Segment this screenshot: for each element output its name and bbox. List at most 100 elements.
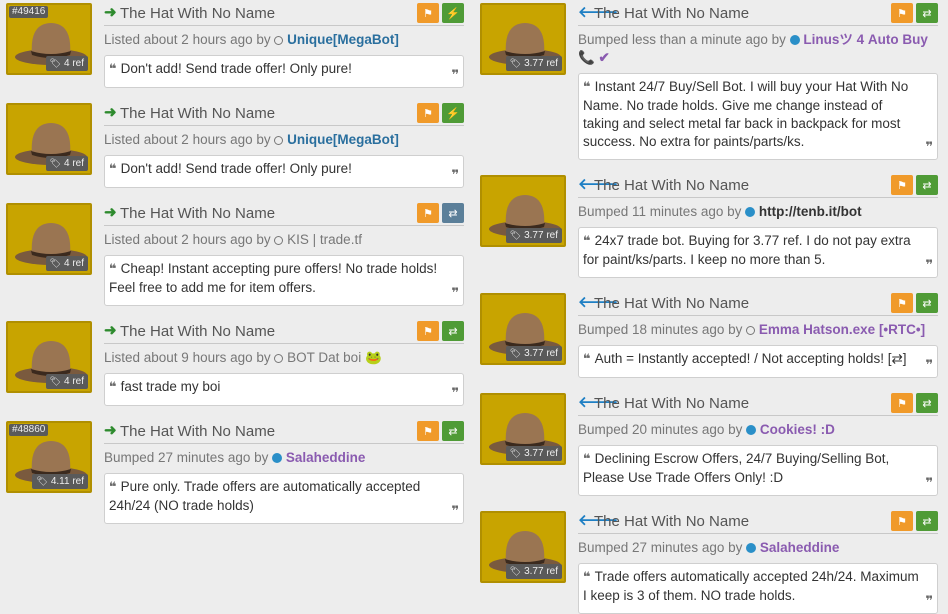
listing-title[interactable]: The Hat With No Name [594,177,749,195]
buyer-name-link[interactable]: Emma Hatson.exe [•RTC•] [759,322,925,337]
price-tag: 🏷 3.77 ref [505,56,562,71]
tag-icon: 🏷 [36,476,48,486]
listing-body: 🡐 The Hat With No Name ⚑ ⇄ Bumped 11 min… [578,175,938,278]
seller-name-link[interactable]: KIS | trade.tf [287,232,362,247]
comment-text: Declining Escrow Offers, 24/7 Buying/Sel… [583,451,890,485]
tag-icon: 🏷 [49,258,61,268]
item-thumbnail[interactable]: #49416 🏷 4 ref [6,3,92,75]
listing-actions: ⚑ ⚡ [417,103,464,123]
listing-title[interactable]: The Hat With No Name [120,105,275,123]
offline-status-icon [274,354,284,363]
listing-time: Bumped 20 minutes ago by [578,422,743,437]
item-thumbnail[interactable]: 🏷 3.77 ref [480,511,566,583]
offline-status-icon [274,236,284,245]
instant-trade-button[interactable]: ⚡ [442,103,464,123]
listing-title-row: 🡐 The Hat With No Name ⚑ ⇄ [578,3,938,26]
listing-title[interactable]: The Hat With No Name [594,295,749,313]
item-thumbnail[interactable]: 🏷 4 ref [6,203,92,275]
listing-body: ➜ The Hat With No Name ⚑ ⇄ Bumped 27 min… [104,421,464,524]
listing-title-row: 🡐 The Hat With No Name ⚑ ⇄ [578,175,938,198]
send-offer-button[interactable]: ⇄ [916,3,938,23]
listing-title-row: ➜ The Hat With No Name ⚑ ⇄ [104,321,464,344]
offline-status-icon [746,326,756,335]
listing-actions: ⚑ ⇄ [891,393,938,413]
lightning-icon: ⚡ [446,7,460,20]
online-status-icon [746,425,757,435]
listing-time: Bumped 27 minutes ago by [104,450,269,465]
report-flag-button[interactable]: ⚑ [417,103,439,123]
offline-status-icon [274,36,284,45]
listing-title-row: ➜ The Hat With No Name ⚑ ⚡ [104,103,464,126]
arrow-right-icon: ➜ [104,322,117,339]
report-flag-button[interactable]: ⚑ [891,393,913,413]
listing-title[interactable]: The Hat With No Name [594,395,749,413]
report-flag-button[interactable]: ⚑ [891,175,913,195]
listing-actions: ⚑ ⇄ [891,175,938,195]
exchange-icon: ⇄ [922,397,932,410]
instant-trade-button[interactable]: ⚡ [442,3,464,23]
send-offer-button[interactable]: ⇄ [916,393,938,413]
report-flag-button[interactable]: ⚑ [891,3,913,23]
seller-name-link[interactable]: Salaheddine [286,450,366,465]
price-value: 3.77 ref [524,566,558,577]
send-offer-button[interactable]: ⇄ [916,175,938,195]
item-thumbnail[interactable]: 🏷 4 ref [6,321,92,393]
listing-title[interactable]: The Hat With No Name [120,423,275,441]
listing-time: Bumped 27 minutes ago by [578,540,743,555]
item-thumbnail[interactable]: 🏷 3.77 ref [480,3,566,75]
item-thumbnail[interactable]: 🏷 4 ref [6,103,92,175]
listing-actions: ⚑ ⇄ [417,203,464,223]
send-offer-button[interactable]: ⇄ [442,421,464,441]
item-thumbnail[interactable]: 🏷 3.77 ref [480,175,566,247]
exchange-icon: ⇄ [922,7,932,20]
listing-comment: ❝ Trade offers automatically accepted 24h… [578,563,938,614]
report-flag-button[interactable]: ⚑ [417,321,439,341]
item-thumbnail[interactable]: #48860 🏷 4.11 ref [6,421,92,493]
listing-body: ➜ The Hat With No Name ⚑ ⇄ Listed about … [104,203,464,306]
listing-actions: ⚑ ⇄ [891,293,938,313]
report-flag-button[interactable]: ⚑ [417,3,439,23]
seller-name-link[interactable]: Unique[MegaBot] [287,32,399,47]
arrow-right-icon: ➜ [104,204,117,221]
listing-actions: ⚑ ⇄ [891,511,938,531]
listing-title[interactable]: The Hat With No Name [594,513,749,531]
report-flag-button[interactable]: ⚑ [891,511,913,531]
send-offer-button[interactable]: ⇄ [916,293,938,313]
listing-title[interactable]: The Hat With No Name [594,5,749,23]
seller-name-link[interactable]: BOT Dat boi 🐸 [287,350,382,365]
listing-title[interactable]: The Hat With No Name [120,5,275,23]
flag-icon: ⚑ [897,179,907,192]
quote-close-icon: ❞ [451,168,459,183]
listing-body: 🡐 The Hat With No Name ⚑ ⇄ Bumped 20 min… [578,393,938,496]
send-offer-button[interactable]: ⇄ [442,203,464,223]
quote-open-icon: ❝ [109,162,117,177]
price-tag: 🏷 3.77 ref [505,346,562,361]
exchange-icon: ⇄ [922,297,932,310]
listing-comment: ❝ Auth = Instantly accepted! / Not accept… [578,345,938,378]
report-flag-button[interactable]: ⚑ [891,293,913,313]
price-value: 3.77 ref [524,348,558,359]
quote-open-icon: ❝ [109,262,117,277]
comment-text: 24x7 trade bot. Buying for 3.77 ref. I d… [583,233,911,267]
listing-title[interactable]: The Hat With No Name [120,205,275,223]
listing-title[interactable]: The Hat With No Name [120,323,275,341]
price-tag: 🏷 4.11 ref [32,474,88,489]
listing-title-row: 🡐 The Hat With No Name ⚑ ⇄ [578,293,938,316]
seller-name-link[interactable]: Unique[MegaBot] [287,132,399,147]
send-offer-button[interactable]: ⇄ [442,321,464,341]
listing-meta: Listed about 2 hours ago by Unique[MegaB… [104,131,464,149]
offline-status-icon [274,136,284,145]
buyer-name-link[interactable]: Salaheddine [760,540,840,555]
report-flag-button[interactable]: ⚑ [417,203,439,223]
flag-icon: ⚑ [423,425,433,438]
buyer-name-link[interactable]: http://tenb.it/bot [759,204,862,219]
flag-icon: ⚑ [897,7,907,20]
item-thumbnail[interactable]: 🏷 3.77 ref [480,393,566,465]
price-tag: 🏷 4 ref [45,256,88,271]
report-flag-button[interactable]: ⚑ [417,421,439,441]
listing-body: ➜ The Hat With No Name ⚑ ⚡ Listed about … [104,103,464,188]
item-thumbnail[interactable]: 🏷 3.77 ref [480,293,566,365]
send-offer-button[interactable]: ⇄ [916,511,938,531]
buyer-name-link[interactable]: Cookies! :D [760,422,835,437]
listing-actions: ⚑ ⇄ [891,3,938,23]
